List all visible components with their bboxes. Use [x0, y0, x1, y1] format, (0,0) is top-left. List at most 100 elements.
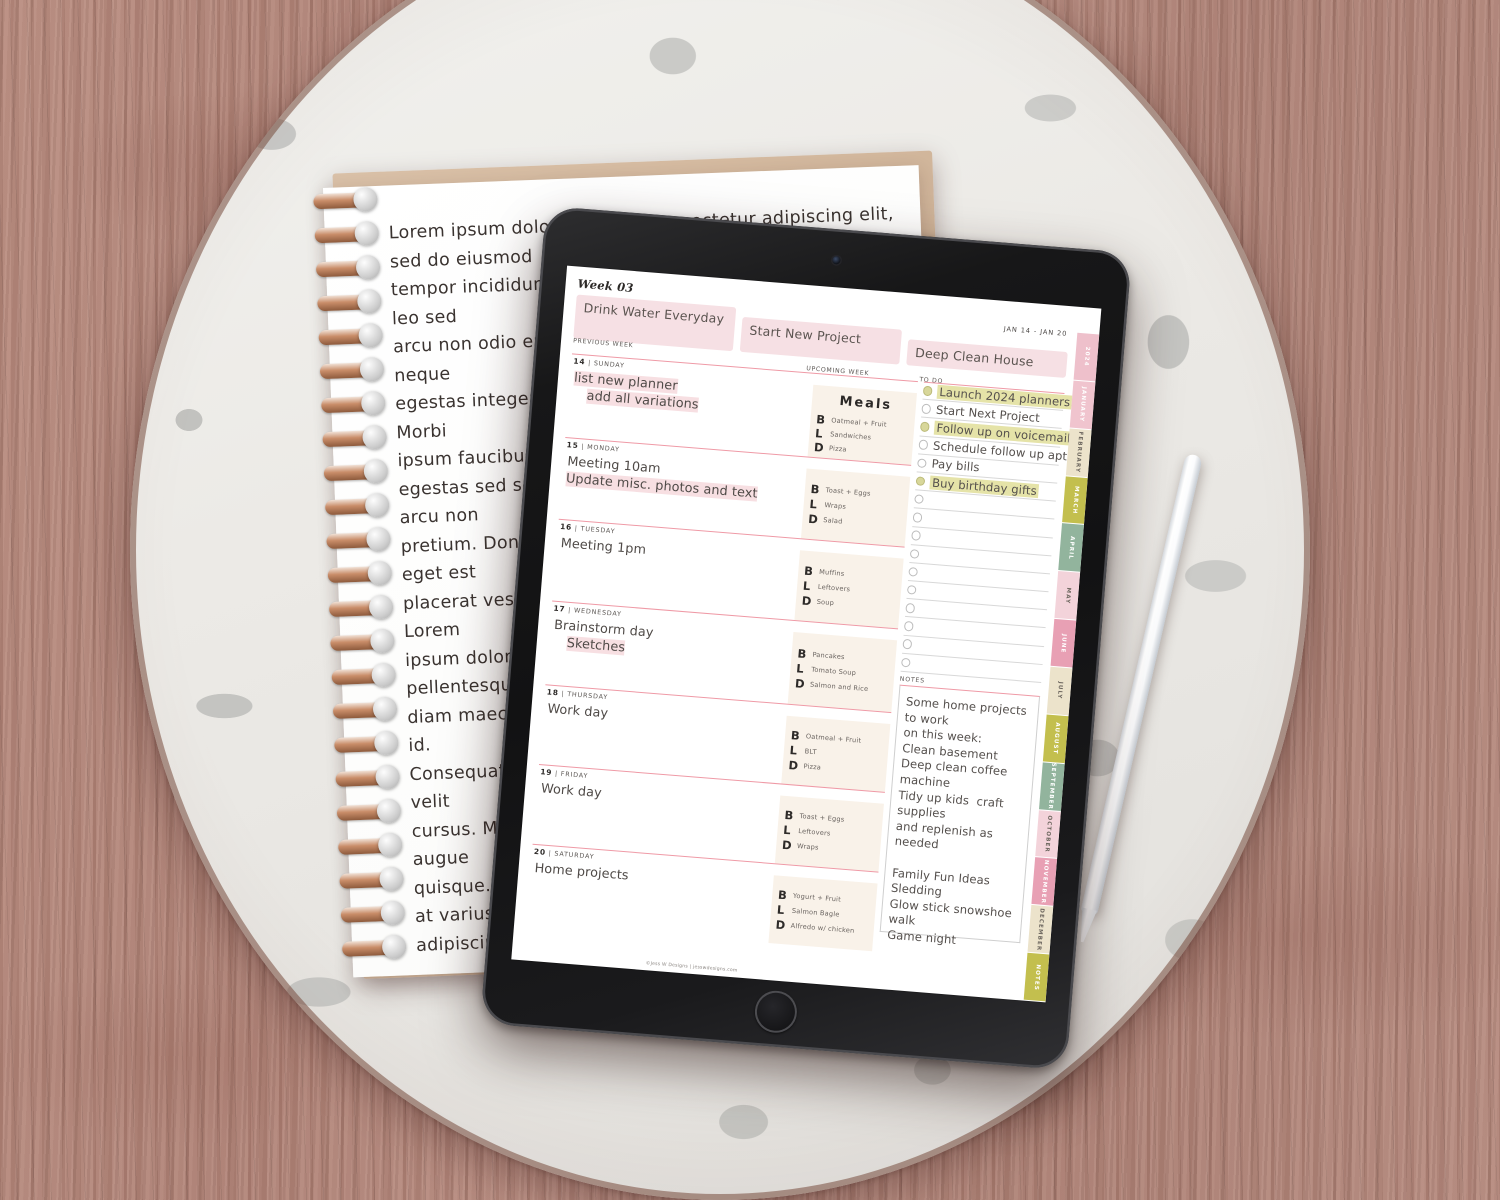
meal-letter: D	[813, 439, 825, 455]
checkbox-icon[interactable]	[912, 512, 923, 523]
month-tab-label: FEBRUARY	[1074, 431, 1084, 474]
meal-letter: L	[795, 661, 805, 676]
meal-item: Tomato Soup	[810, 665, 857, 678]
month-tab-february[interactable]: FEBRUARY	[1065, 428, 1092, 477]
month-tab-label: OCTOBER	[1043, 815, 1053, 854]
meal-item: Salmon Bagle	[791, 906, 840, 919]
digital-planner-page: Week 03 JAN 14 - JAN 20 Drink Water Ever…	[511, 265, 1102, 1003]
meal-letter: B	[777, 887, 788, 903]
month-tab-label: JULY	[1055, 681, 1064, 701]
meal-letter: B	[790, 728, 801, 743]
todo-list: Launch 2024 planners Start Next Project Fo…	[900, 381, 1073, 684]
meal-letter: L	[802, 578, 811, 594]
month-tab-2024[interactable]: 2024	[1073, 332, 1100, 382]
month-tab-november[interactable]: NOVEMBER	[1031, 857, 1058, 907]
meal-item: Muffins	[818, 567, 845, 578]
meal-letter: B	[815, 411, 826, 427]
spiral-ring	[334, 735, 393, 753]
notes-box[interactable]: Some home projects to work on this week:…	[879, 684, 1041, 947]
spiral-ring	[318, 328, 377, 346]
month-tab-label: JUNE	[1059, 633, 1068, 654]
meal-letter: D	[787, 758, 799, 773]
spiral-ring	[319, 361, 379, 380]
meal-letter: B	[810, 481, 821, 497]
todo-item-label: Pay bills	[931, 456, 981, 475]
home-button[interactable]	[753, 989, 799, 1035]
checkbox-icon[interactable]	[922, 385, 933, 397]
spiral-ring	[341, 939, 401, 957]
month-tab-april[interactable]: APRIL	[1058, 523, 1084, 573]
checkbox-icon[interactable]	[905, 602, 916, 614]
meal-letter: D	[801, 593, 812, 609]
month-tab-label: AUGUST	[1051, 722, 1061, 755]
meal-letter: D	[775, 917, 786, 933]
month-tab-september[interactable]: SEPTEMBER	[1039, 762, 1065, 811]
meal-box[interactable]: B Toast + Eggs L Leftovers D Wraps	[774, 795, 884, 872]
month-tab-notes[interactable]: NOTES	[1023, 952, 1050, 1002]
meal-box[interactable]: B Yogurt + Fruit L Salmon Bagle D Alfredo w/ …	[768, 875, 878, 952]
meal-item: Leftovers	[817, 582, 851, 594]
meal-item: Salmon and Rice	[809, 680, 869, 694]
month-tab-label: 2024	[1082, 346, 1091, 368]
meal-item: Alfredo w/ chicken	[790, 921, 855, 935]
checkbox-icon[interactable]	[902, 639, 913, 650]
month-tab-august[interactable]: AUGUST	[1042, 714, 1069, 763]
checkbox-icon[interactable]	[903, 621, 914, 632]
month-tab-march[interactable]: MARCH	[1062, 475, 1088, 525]
spiral-ring	[322, 429, 381, 448]
days-column: 14 | SUNDAY list new planner add all varia…	[525, 353, 918, 964]
checkbox-icon[interactable]	[919, 421, 930, 432]
month-tab-label: DECEMBER	[1035, 907, 1046, 952]
meal-letter: L	[789, 743, 798, 758]
spiral-ring	[321, 395, 380, 414]
month-tab-june[interactable]: JUNE	[1050, 619, 1077, 668]
month-tab-december[interactable]: DECEMBER	[1027, 905, 1054, 954]
month-tab-label: APRIL	[1067, 535, 1076, 560]
checkbox-icon[interactable]	[909, 548, 920, 559]
month-tab-label: JANUARY	[1078, 386, 1088, 423]
spiral-ring	[339, 871, 398, 889]
meal-item: Wraps	[824, 501, 847, 511]
spiral-ring	[335, 769, 394, 787]
meal-box[interactable]: B Toast + Eggs L Wraps D Salad	[800, 468, 911, 547]
spiral-ring	[327, 565, 387, 584]
checkbox-icon[interactable]	[915, 476, 926, 487]
meal-letter: D	[781, 837, 793, 853]
meal-box[interactable]: Meals B Oatmeal + Fruit L Sandwiches D Pizza	[807, 384, 917, 465]
meal-item: Pancakes	[812, 650, 845, 662]
planner-main-column: Week 03 JAN 14 - JAN 20 Drink Water Ever…	[511, 266, 1079, 1001]
checkbox-icon[interactable]	[908, 566, 919, 577]
day-entry-text: Home projects	[534, 861, 630, 884]
meal-box[interactable]: B Pancakes L Tomato Soup D Salmon and Rice	[787, 631, 897, 713]
month-tab-july[interactable]: JULY	[1046, 666, 1073, 716]
month-tab-january[interactable]: JANUARY	[1069, 380, 1096, 429]
month-tab-may[interactable]: MAY	[1054, 571, 1081, 620]
meal-item: Sandwiches	[829, 429, 872, 442]
meal-item: Pizza	[828, 443, 848, 454]
checkbox-icon[interactable]	[910, 530, 922, 541]
meal-letter: B	[796, 646, 807, 662]
spiral-ring	[332, 701, 392, 719]
meal-box[interactable]: B Muffins L Leftovers D Soup	[794, 550, 904, 629]
checkbox-icon[interactable]	[916, 457, 928, 469]
meal-letter: L	[814, 425, 824, 441]
meal-item: Toast + Eggs	[799, 812, 845, 824]
checkbox-icon[interactable]	[906, 584, 917, 596]
checkbox-icon[interactable]	[913, 494, 925, 505]
meal-item: Oatmeal + Fruit	[831, 415, 888, 429]
spiral-ring	[340, 905, 400, 923]
meal-box[interactable]: B Oatmeal + Fruit L BLT D Pizza	[781, 715, 891, 792]
spiral-ring	[317, 294, 376, 312]
spiral-ring	[338, 837, 397, 855]
spiral-ring	[330, 633, 389, 652]
month-tab-october[interactable]: OCTOBER	[1035, 809, 1061, 859]
meal-item: Leftovers	[797, 827, 831, 838]
meal-item: Toast + Eggs	[825, 486, 871, 498]
meal-item: Wraps	[796, 841, 819, 852]
checkbox-icon[interactable]	[900, 657, 912, 668]
meal-item: Pizza	[803, 762, 822, 772]
checkbox-icon[interactable]	[921, 403, 932, 414]
checkbox-icon[interactable]	[918, 439, 929, 451]
day-entry-text: Sketches	[566, 635, 626, 656]
month-tab-label: SEPTEMBER	[1047, 762, 1057, 811]
